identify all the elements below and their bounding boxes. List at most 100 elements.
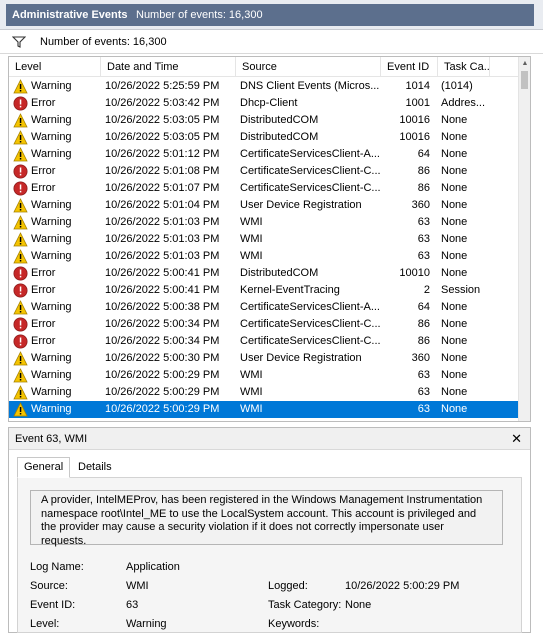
warning-icon bbox=[13, 368, 28, 383]
event-row[interactable]: Warning 10/26/2022 5:00:29 PM WMI 63 None bbox=[9, 367, 519, 384]
event-row[interactable]: Error 10/26/2022 5:01:08 PM CertificateSer… bbox=[9, 163, 519, 180]
tab-general[interactable]: General bbox=[17, 457, 71, 478]
warning-icon bbox=[13, 402, 28, 417]
event-list[interactable]: Level Date and Time Source Event ID Task… bbox=[8, 56, 531, 422]
row-date: 10/26/2022 5:01:03 PM bbox=[105, 250, 220, 262]
row-event-id: 63 bbox=[417, 403, 430, 415]
scroll-up-arrow-icon[interactable]: ▲ bbox=[519, 57, 530, 71]
event-row[interactable]: Error 10/26/2022 5:03:42 PM Dhcp-Client 100… bbox=[9, 95, 519, 112]
row-level-text: Warning bbox=[31, 233, 72, 245]
row-source: DistributedCOM bbox=[240, 114, 319, 126]
filter-event-count: Number of events: 16,300 bbox=[40, 36, 167, 48]
event-row[interactable]: Error 10/26/2022 5:01:07 PM CertificateSer… bbox=[9, 180, 519, 197]
scroll-thumb[interactable] bbox=[521, 71, 528, 89]
column-header-task-category[interactable]: Task Ca... bbox=[438, 57, 490, 77]
row-event-id: 360 bbox=[411, 199, 430, 211]
row-event-id: 86 bbox=[417, 165, 430, 177]
column-header-level[interactable]: Level bbox=[9, 57, 101, 77]
event-row[interactable]: Error 10/26/2022 5:00:41 PM Kernel-EventTr… bbox=[9, 282, 519, 299]
event-row[interactable]: Warning 10/26/2022 5:25:59 PM DNS Client E… bbox=[9, 78, 519, 95]
event-row[interactable]: Warning 10/26/2022 5:03:05 PM DistributedC… bbox=[9, 129, 519, 146]
row-level-text: Warning bbox=[31, 403, 72, 415]
row-level-text: Error bbox=[31, 97, 56, 109]
column-header-event-id[interactable]: Event ID bbox=[381, 57, 438, 77]
row-date: 10/26/2022 5:01:03 PM bbox=[105, 233, 220, 245]
row-level: Warning bbox=[13, 146, 101, 163]
error-icon bbox=[13, 181, 28, 196]
row-level: Error bbox=[13, 163, 101, 180]
row-source: CertificateServicesClient-A... bbox=[240, 301, 380, 313]
event-row[interactable]: Warning 10/26/2022 5:01:12 PM CertificateS… bbox=[9, 146, 519, 163]
row-date: 10/26/2022 5:00:34 PM bbox=[105, 318, 220, 330]
row-task-category: None bbox=[441, 182, 468, 194]
row-date: 10/26/2022 5:01:04 PM bbox=[105, 199, 220, 211]
row-level-text: Error bbox=[31, 318, 56, 330]
row-source: CertificateServicesClient-C... bbox=[240, 165, 380, 177]
row-level: Warning bbox=[13, 112, 101, 129]
row-event-id: 63 bbox=[417, 369, 430, 381]
event-row[interactable]: Error 10/26/2022 5:00:34 PM CertificateSer… bbox=[9, 316, 519, 333]
filter-icon[interactable] bbox=[11, 36, 27, 51]
row-date: 10/26/2022 5:03:05 PM bbox=[105, 114, 220, 126]
row-source: Kernel-EventTracing bbox=[240, 284, 340, 296]
event-row[interactable]: Warning 10/26/2022 5:01:04 PM User Device … bbox=[9, 197, 519, 214]
event-rows: Warning 10/26/2022 5:25:59 PM DNS Client E… bbox=[9, 78, 519, 418]
event-row[interactable]: Warning 10/26/2022 5:00:30 PM User Device … bbox=[9, 350, 519, 367]
row-event-id: 10010 bbox=[399, 267, 430, 279]
row-date: 10/26/2022 5:03:42 PM bbox=[105, 97, 220, 109]
row-date: 10/26/2022 5:25:59 PM bbox=[105, 80, 220, 92]
row-level: Warning bbox=[13, 350, 101, 367]
error-icon bbox=[13, 266, 28, 281]
row-task-category: None bbox=[441, 250, 468, 262]
row-date: 10/26/2022 5:01:08 PM bbox=[105, 165, 220, 177]
row-task-category: None bbox=[441, 352, 468, 364]
view-event-count: Number of events: 16,300 bbox=[136, 9, 263, 21]
row-source: CertificateServicesClient-C... bbox=[240, 182, 380, 194]
event-row[interactable]: Error 10/26/2022 5:00:34 PM CertificateSer… bbox=[9, 333, 519, 350]
tab-details[interactable]: Details bbox=[71, 457, 119, 478]
view-titlebar: Administrative Events Number of events: … bbox=[0, 0, 543, 30]
row-event-id: 1014 bbox=[405, 80, 430, 92]
row-task-category: None bbox=[441, 318, 468, 330]
event-row[interactable]: Error 10/26/2022 5:00:41 PM DistributedCOM… bbox=[9, 265, 519, 282]
row-source: WMI bbox=[240, 403, 263, 415]
event-row[interactable]: Warning 10/26/2022 5:01:03 PM WMI 63 None bbox=[9, 231, 519, 248]
close-icon[interactable]: ✕ bbox=[511, 431, 522, 447]
event-row[interactable]: Warning 10/26/2022 5:00:29 PM WMI 63 None bbox=[9, 401, 519, 418]
event-row[interactable]: Warning 10/26/2022 5:01:03 PM WMI 63 None bbox=[9, 214, 519, 231]
column-header-date[interactable]: Date and Time bbox=[101, 57, 236, 77]
log-name-value: Application bbox=[126, 561, 180, 573]
column-header-source[interactable]: Source bbox=[236, 57, 381, 77]
warning-icon bbox=[13, 249, 28, 264]
event-row[interactable]: Warning 10/26/2022 5:00:38 PM CertificateS… bbox=[9, 299, 519, 316]
row-level-text: Warning bbox=[31, 114, 72, 126]
row-task-category: None bbox=[441, 216, 468, 228]
event-description[interactable]: A provider, IntelMEProv, has been regist… bbox=[30, 490, 503, 547]
warning-icon bbox=[13, 147, 28, 162]
row-source: DistributedCOM bbox=[240, 131, 319, 143]
row-event-id: 63 bbox=[417, 233, 430, 245]
detail-header: Event 63, WMI ✕ bbox=[9, 428, 530, 450]
error-icon bbox=[13, 164, 28, 179]
log-name-label: Log Name: bbox=[30, 561, 84, 573]
row-level-text: Warning bbox=[31, 369, 72, 381]
row-level-text: Error bbox=[31, 267, 56, 279]
row-date: 10/26/2022 5:00:34 PM bbox=[105, 335, 220, 347]
row-level: Warning bbox=[13, 299, 101, 316]
row-level: Warning bbox=[13, 401, 101, 418]
warning-icon bbox=[13, 351, 28, 366]
row-task-category: (1014) bbox=[441, 80, 473, 92]
row-date: 10/26/2022 5:00:29 PM bbox=[105, 403, 220, 415]
row-level: Warning bbox=[13, 248, 101, 265]
event-row[interactable]: Warning 10/26/2022 5:00:29 PM WMI 63 None bbox=[9, 384, 519, 401]
general-tab-panel: A provider, IntelMEProv, has been regist… bbox=[17, 477, 522, 633]
event-row[interactable]: Warning 10/26/2022 5:03:05 PM DistributedC… bbox=[9, 112, 519, 129]
row-date: 10/26/2022 5:00:41 PM bbox=[105, 267, 220, 279]
row-date: 10/26/2022 5:00:38 PM bbox=[105, 301, 220, 313]
row-date: 10/26/2022 5:00:30 PM bbox=[105, 352, 220, 364]
event-list-scrollbar[interactable]: ▲ bbox=[518, 57, 530, 421]
event-row[interactable]: Warning 10/26/2022 5:01:03 PM WMI 63 None bbox=[9, 248, 519, 265]
row-level-text: Warning bbox=[31, 131, 72, 143]
task-category-label: Task Category: bbox=[268, 599, 342, 611]
row-task-category: None bbox=[441, 335, 468, 347]
